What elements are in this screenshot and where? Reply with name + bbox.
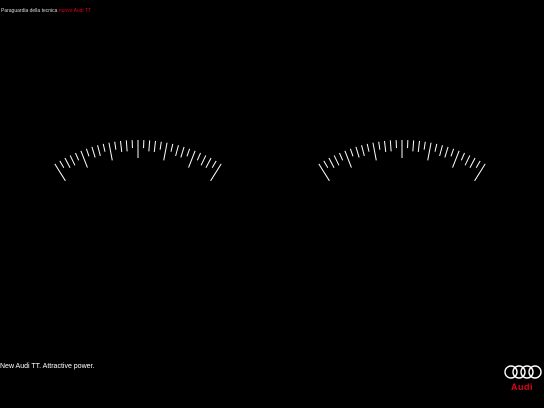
- gauge-tick: [372, 142, 377, 161]
- gauge-tick: [159, 141, 162, 150]
- gauge-tick: [211, 160, 217, 169]
- gauge-tick: [475, 160, 481, 169]
- right-gauge-graphic: [318, 140, 486, 182]
- left-gauge-eye: [38, 112, 238, 202]
- gauge-tick: [108, 142, 113, 161]
- gauge-tick: [349, 148, 354, 157]
- gauge-tick: [59, 160, 65, 169]
- gauge-tick: [323, 160, 329, 169]
- gauge-tick: [148, 140, 151, 152]
- header-accent: nuovo Audi TT: [58, 8, 91, 14]
- gauge-tick: [75, 152, 80, 161]
- gauge-tick: [102, 143, 106, 152]
- gauge-tick: [85, 148, 90, 157]
- gauge-tick: [186, 148, 191, 157]
- right-gauge-eye: [302, 112, 502, 202]
- gauge-tick: [153, 140, 156, 152]
- header-prefix: Paraguardia della tecnica: [1, 8, 58, 14]
- gauge-tick: [163, 142, 168, 161]
- gauge-tick: [384, 140, 387, 152]
- gauge-tick: [423, 141, 426, 150]
- gauge-tick: [64, 157, 71, 169]
- gauge-tick: [196, 152, 201, 161]
- gauge-tick: [452, 150, 460, 168]
- gauge-tick: [328, 157, 335, 169]
- gauge-tick: [175, 145, 179, 157]
- gauge-tick: [464, 155, 471, 166]
- gauge-tick: [434, 143, 438, 152]
- gauge-tick: [170, 143, 174, 152]
- gauge-tick: [361, 145, 365, 157]
- gauge-tick: [114, 141, 117, 150]
- gauge-tick: [188, 150, 196, 168]
- gauge-tick: [180, 146, 185, 158]
- gauge-tick: [69, 155, 76, 166]
- gauge-tick: [200, 155, 207, 166]
- gauge-tick: [389, 140, 392, 152]
- left-gauge-graphic: [54, 140, 222, 182]
- gauge-tick: [474, 163, 486, 182]
- header-line: Paraguardia della tecnica nuovo Audi TT: [1, 8, 91, 15]
- gauge-tick: [427, 142, 432, 161]
- gauge-tick: [450, 148, 455, 157]
- gauge-tick: [339, 152, 344, 161]
- gauge-tick: [318, 163, 330, 182]
- gauge-tick: [412, 140, 415, 152]
- gauge-tick: [344, 150, 352, 168]
- gauge-tick: [469, 157, 476, 169]
- gauge-tick: [120, 140, 123, 152]
- gauge-tick: [439, 145, 443, 157]
- gauge-tick: [355, 146, 360, 158]
- gauge-tick: [333, 155, 340, 166]
- gauge-tick: [210, 163, 222, 182]
- gauge-tick: [444, 146, 449, 158]
- gauge-tick: [125, 140, 128, 152]
- audi-rings-icon: [504, 365, 542, 379]
- gauge-tick: [460, 152, 465, 161]
- gauge-tick: [378, 141, 381, 150]
- audi-logo: Audi: [502, 364, 544, 396]
- gauge-tick: [205, 157, 212, 169]
- tagline: New Audi TT. Attractive power.: [0, 363, 95, 370]
- gauge-tick: [54, 163, 66, 182]
- gauge-tick: [80, 150, 88, 168]
- gauge-tick: [417, 140, 420, 152]
- audi-brand-text: Audi: [511, 382, 533, 392]
- gauge-tick: [91, 146, 96, 158]
- gauge-tick: [97, 145, 101, 157]
- gauge-tick: [366, 143, 370, 152]
